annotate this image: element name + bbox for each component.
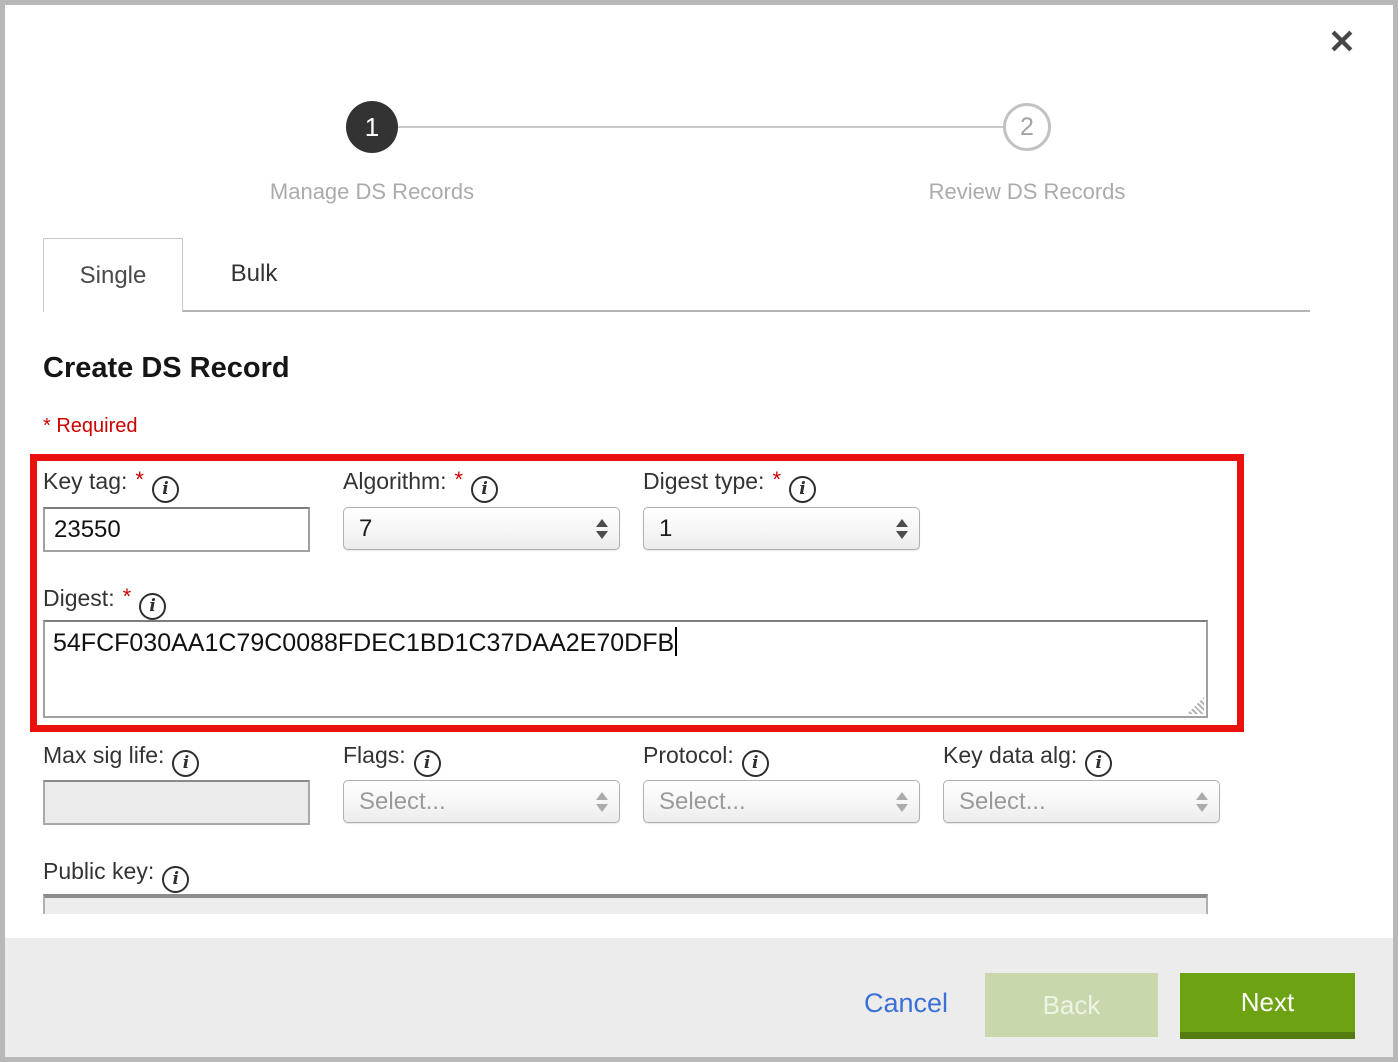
info-icon[interactable]: i bbox=[414, 750, 441, 777]
key-data-alg-select[interactable]: Select... bbox=[943, 780, 1220, 823]
flags-select-value: Select... bbox=[344, 788, 585, 816]
max-sig-life-input bbox=[43, 780, 310, 825]
tabs-underline bbox=[43, 310, 1310, 312]
close-icon[interactable]: ✕ bbox=[1322, 22, 1362, 62]
flags-label-text: Flags: bbox=[343, 742, 406, 768]
required-note: * Required bbox=[43, 415, 138, 438]
digest-type-select[interactable]: 1 bbox=[643, 507, 920, 550]
select-stepper-icon bbox=[1185, 792, 1219, 812]
select-stepper-icon bbox=[885, 792, 919, 812]
key-data-alg-label-text: Key data alg: bbox=[943, 742, 1077, 768]
protocol-label-text: Protocol: bbox=[643, 742, 734, 768]
key-tag-input[interactable] bbox=[43, 507, 310, 552]
info-icon[interactable]: i bbox=[162, 866, 189, 893]
info-icon[interactable]: i bbox=[1085, 750, 1112, 777]
text-cursor bbox=[675, 627, 677, 656]
digest-label-text: Digest: bbox=[43, 585, 115, 611]
step-1-label: Manage DS Records bbox=[222, 179, 522, 205]
required-asterisk: * bbox=[455, 467, 464, 492]
algorithm-select-value: 7 bbox=[344, 515, 585, 543]
info-icon[interactable]: i bbox=[789, 476, 816, 503]
info-icon[interactable]: i bbox=[742, 750, 769, 777]
digest-type-label-text: Digest type: bbox=[643, 468, 764, 494]
digest-type-label: Digest type: * i bbox=[643, 467, 816, 503]
digest-label: Digest: * i bbox=[43, 584, 166, 620]
public-key-label-text: Public key: bbox=[43, 858, 154, 884]
step-1-indicator: 1 bbox=[346, 101, 398, 153]
resize-handle-icon[interactable] bbox=[1187, 697, 1204, 714]
back-button[interactable]: Back bbox=[985, 973, 1158, 1037]
info-icon[interactable]: i bbox=[172, 750, 199, 777]
digest-textarea[interactable]: 54FCF030AA1C79C0088FDEC1BD1C37DAA2E70DFB bbox=[43, 620, 1208, 718]
required-asterisk: * bbox=[123, 584, 132, 609]
max-sig-life-label: Max sig life: i bbox=[43, 742, 199, 777]
stepper-connector-line bbox=[398, 126, 1004, 128]
step-2-indicator: 2 bbox=[1003, 103, 1051, 151]
tab-single[interactable]: Single bbox=[43, 238, 183, 312]
select-stepper-icon bbox=[885, 519, 919, 539]
cancel-button[interactable]: Cancel bbox=[864, 988, 948, 1019]
algorithm-label-text: Algorithm: bbox=[343, 468, 447, 494]
required-asterisk: * bbox=[772, 467, 781, 492]
info-icon[interactable]: i bbox=[152, 476, 179, 503]
protocol-select[interactable]: Select... bbox=[643, 780, 920, 823]
key-tag-label-text: Key tag: bbox=[43, 468, 127, 494]
required-asterisk: * bbox=[135, 467, 144, 492]
tab-bulk[interactable]: Bulk bbox=[184, 238, 324, 310]
public-key-label: Public key: i bbox=[43, 858, 189, 893]
create-ds-record-modal: ✕ 1 2 Manage DS Records Review DS Record… bbox=[0, 0, 1398, 1062]
select-stepper-icon bbox=[585, 519, 619, 539]
key-tag-label: Key tag: * i bbox=[43, 467, 179, 503]
max-sig-life-label-text: Max sig life: bbox=[43, 742, 164, 768]
digest-type-select-value: 1 bbox=[644, 515, 885, 543]
flags-label: Flags: i bbox=[343, 742, 441, 777]
algorithm-select[interactable]: 7 bbox=[343, 507, 620, 550]
public-key-textarea bbox=[43, 894, 1208, 914]
key-data-alg-select-value: Select... bbox=[944, 788, 1185, 816]
info-icon[interactable]: i bbox=[139, 593, 166, 620]
info-icon[interactable]: i bbox=[471, 476, 498, 503]
algorithm-label: Algorithm: * i bbox=[343, 467, 498, 503]
select-stepper-icon bbox=[585, 792, 619, 812]
protocol-select-value: Select... bbox=[644, 788, 885, 816]
digest-value: 54FCF030AA1C79C0088FDEC1BD1C37DAA2E70DFB bbox=[53, 629, 674, 657]
protocol-label: Protocol: i bbox=[643, 742, 769, 777]
step-2-label: Review DS Records bbox=[877, 179, 1177, 205]
flags-select[interactable]: Select... bbox=[343, 780, 620, 823]
key-data-alg-label: Key data alg: i bbox=[943, 742, 1112, 777]
page-title: Create DS Record bbox=[43, 352, 290, 385]
next-button[interactable]: Next bbox=[1180, 973, 1355, 1039]
